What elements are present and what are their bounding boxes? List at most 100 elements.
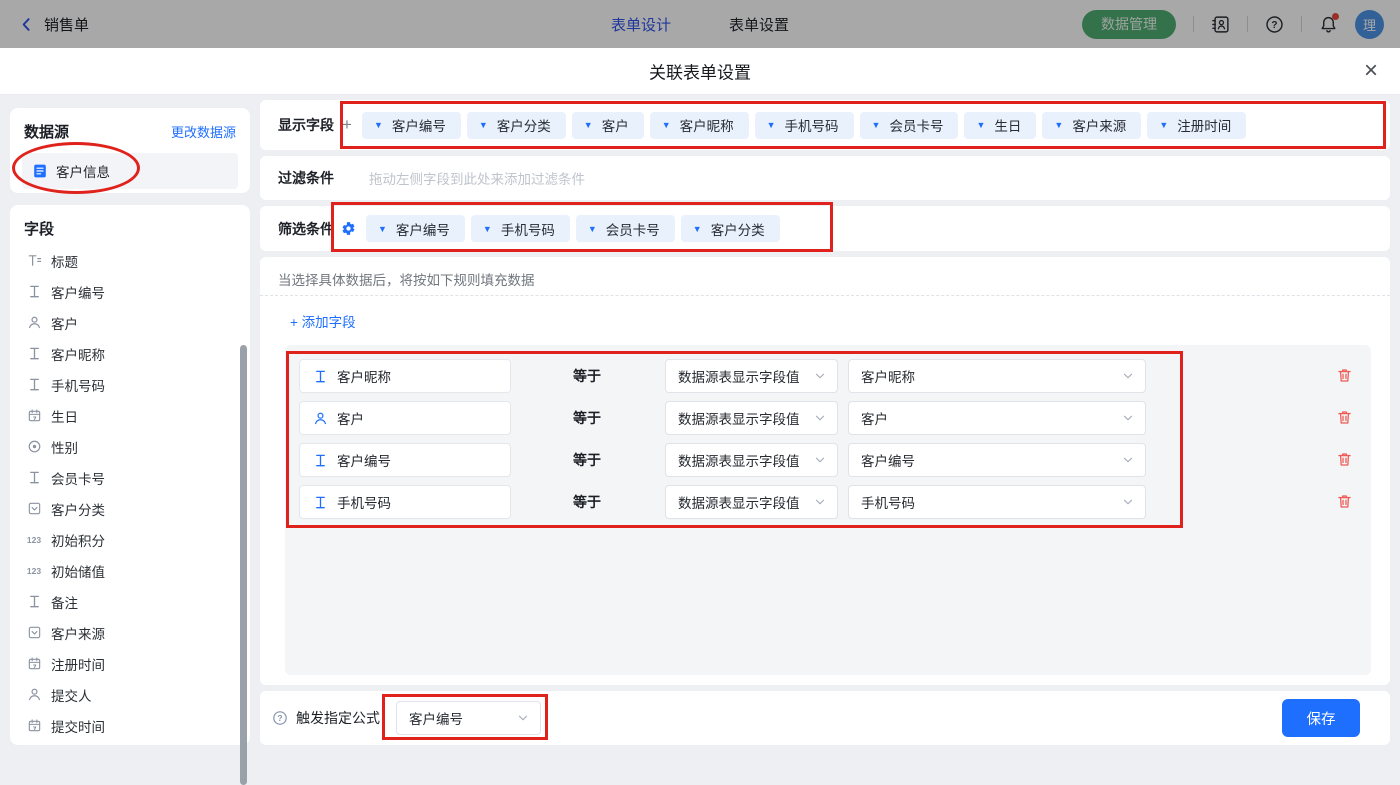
chip-label: 生日 <box>994 115 1021 135</box>
sidebar-field-item[interactable]: 标题 <box>10 245 250 276</box>
triangle-down-icon: ▼ <box>588 224 597 234</box>
person-icon <box>26 687 42 702</box>
filter-placeholder: 拖动左侧字段到此处来添加过滤条件 <box>369 168 585 188</box>
fields-panel: 字段 标题客户编号客户客户昵称手机号码生日性别会员卡号客户分类123初始积分12… <box>10 205 250 745</box>
rule-value: 客户编号 <box>861 450 915 470</box>
trigger-formula-select[interactable]: 客户编号 <box>396 701 541 735</box>
display-field-chips: ▼客户编号▼客户分类▼客户▼客户昵称▼手机号码▼会员卡号▼生日▼客户来源▼注册时… <box>362 112 1246 139</box>
help-icon[interactable]: ? <box>272 710 288 726</box>
sidebar-field-item[interactable]: 123初始储值 <box>10 555 250 586</box>
rule-source-select[interactable]: 数据源表显示字段值 <box>665 401 838 435</box>
chevron-left-icon <box>18 16 35 33</box>
topbar: 销售单 表单设计 表单设置 数据管理 ? 理 <box>0 0 1400 48</box>
sidebar-field-item[interactable]: 会员卡号 <box>10 462 250 493</box>
notification-bell-icon[interactable] <box>1319 15 1338 34</box>
triangle-down-icon: ▼ <box>1054 120 1063 130</box>
fields-list: 标题客户编号客户客户昵称手机号码生日性别会员卡号客户分类123初始积分123初始… <box>10 243 250 741</box>
rule-row: 客户编号等于数据源表显示字段值客户编号 <box>285 443 1371 477</box>
close-icon[interactable]: × <box>1364 59 1378 83</box>
display-field-chip[interactable]: ▼注册时间 <box>1147 112 1246 139</box>
datasource-name: 客户信息 <box>56 161 110 181</box>
data-manage-button[interactable]: 数据管理 <box>1082 10 1176 39</box>
address-book-icon[interactable] <box>1211 15 1230 34</box>
chip-label: 会员卡号 <box>889 115 943 135</box>
rule-value-select[interactable]: 手机号码 <box>848 485 1146 519</box>
help-icon[interactable]: ? <box>1265 15 1284 34</box>
person-icon <box>26 315 42 330</box>
rules-hint: 当选择具体数据后，将按如下规则填充数据 <box>278 269 535 289</box>
delete-rule-button[interactable] <box>1336 493 1353 513</box>
sidebar-field-item[interactable]: 客户 <box>10 307 250 338</box>
datasource-item[interactable]: 客户信息 <box>22 153 238 189</box>
back-button[interactable] <box>18 16 35 33</box>
rule-source-select[interactable]: 数据源表显示字段值 <box>665 359 838 393</box>
screen-condition-chip[interactable]: ▼手机号码 <box>471 215 570 242</box>
sidebar-field-item[interactable]: 客户昵称 <box>10 338 250 369</box>
rule-target-field: 手机号码 <box>299 485 511 519</box>
field-label: 初始储值 <box>51 561 105 581</box>
field-label: 初始积分 <box>51 530 105 550</box>
avatar[interactable]: 理 <box>1355 10 1384 39</box>
rule-value: 客户昵称 <box>861 366 915 386</box>
screen-condition-chip[interactable]: ▼客户编号 <box>366 215 465 242</box>
sidebar-field-item[interactable]: 提交时间 <box>10 710 250 741</box>
filter-condition-row[interactable]: 过滤条件 拖动左侧字段到此处来添加过滤条件 <box>260 156 1390 200</box>
field-label: 客户编号 <box>51 282 105 302</box>
trigger-formula-label: 触发指定公式 <box>296 708 380 728</box>
sidebar-field-item[interactable]: 123初始积分 <box>10 524 250 555</box>
display-field-chip[interactable]: ▼会员卡号 <box>860 112 959 139</box>
sidebar-field-item[interactable]: 客户来源 <box>10 617 250 648</box>
save-button[interactable]: 保存 <box>1282 699 1360 737</box>
display-field-chip[interactable]: ▼客户编号 <box>362 112 461 139</box>
divider <box>1301 16 1302 32</box>
rule-value-select[interactable]: 客户昵称 <box>848 359 1146 393</box>
delete-rule-button[interactable] <box>1336 451 1353 471</box>
sidebar-field-item[interactable]: 客户编号 <box>10 276 250 307</box>
rule-value-select[interactable]: 客户 <box>848 401 1146 435</box>
sidebar-field-item[interactable]: 提交人 <box>10 679 250 710</box>
calendar-icon <box>26 656 42 671</box>
screen-condition-chip[interactable]: ▼ 会员卡号 <box>576 215 675 242</box>
add-field-link[interactable]: + 添加字段 <box>290 311 356 331</box>
rule-target-field: 客户昵称 <box>299 359 511 393</box>
sidebar-field-item[interactable]: 性别 <box>10 431 250 462</box>
display-field-chip[interactable]: ▼客户分类 <box>467 112 566 139</box>
svg-text:?: ? <box>277 713 282 723</box>
display-field-chip[interactable]: ▼客户昵称 <box>650 112 749 139</box>
divider <box>260 295 1390 296</box>
delete-rule-button[interactable] <box>1336 367 1353 387</box>
sidebar-field-item[interactable]: 客户分类 <box>10 493 250 524</box>
sidebar-field-item[interactable]: 生日 <box>10 400 250 431</box>
display-field-chip[interactable]: ▼客户 <box>572 112 644 139</box>
rule-value-select[interactable]: 客户编号 <box>848 443 1146 477</box>
chip-label: 会员卡号 <box>606 219 660 239</box>
page-title: 销售单 <box>44 14 89 35</box>
field-label: 客户 <box>51 313 78 333</box>
plus-icon: + <box>290 315 298 330</box>
change-datasource-link[interactable]: 更改数据源 <box>171 122 236 141</box>
add-display-field-icon[interactable]: + <box>342 115 352 135</box>
rule-source-select[interactable]: 数据源表显示字段值 <box>665 443 838 477</box>
field-label: 提交人 <box>51 685 92 705</box>
delete-rule-button[interactable] <box>1336 409 1353 429</box>
screen: 销售单 表单设计 表单设置 数据管理 ? 理 关联表单设置 <box>0 0 1400 755</box>
field-label: 客户昵称 <box>51 344 105 364</box>
gear-icon[interactable] <box>341 221 356 236</box>
triangle-down-icon: ▼ <box>976 120 985 130</box>
screen-condition-row: 筛选条件 ▼客户编号▼手机号码▼会员卡号▼客户分类 <box>260 206 1390 251</box>
display-field-chip[interactable]: ▼手机号码 <box>755 112 854 139</box>
tab-form-design[interactable]: 表单设计 <box>611 14 671 35</box>
chevron-down-icon <box>813 453 827 467</box>
display-field-chip[interactable]: ▼客户来源 <box>1042 112 1141 139</box>
screen-condition-chip[interactable]: ▼客户分类 <box>681 215 780 242</box>
rule-source-select[interactable]: 数据源表显示字段值 <box>665 485 838 519</box>
sidebar-field-item[interactable]: 手机号码 <box>10 369 250 400</box>
triangle-down-icon: ▼ <box>479 120 488 130</box>
rule-source-value: 数据源表显示字段值 <box>678 450 800 470</box>
sidebar-field-item[interactable]: 注册时间 <box>10 648 250 679</box>
triangle-down-icon: ▼ <box>1159 120 1168 130</box>
tab-form-settings[interactable]: 表单设置 <box>729 14 789 35</box>
fields-scrollbar[interactable] <box>240 345 247 785</box>
display-field-chip[interactable]: ▼ 生日 <box>964 112 1036 139</box>
sidebar-field-item[interactable]: 备注 <box>10 586 250 617</box>
